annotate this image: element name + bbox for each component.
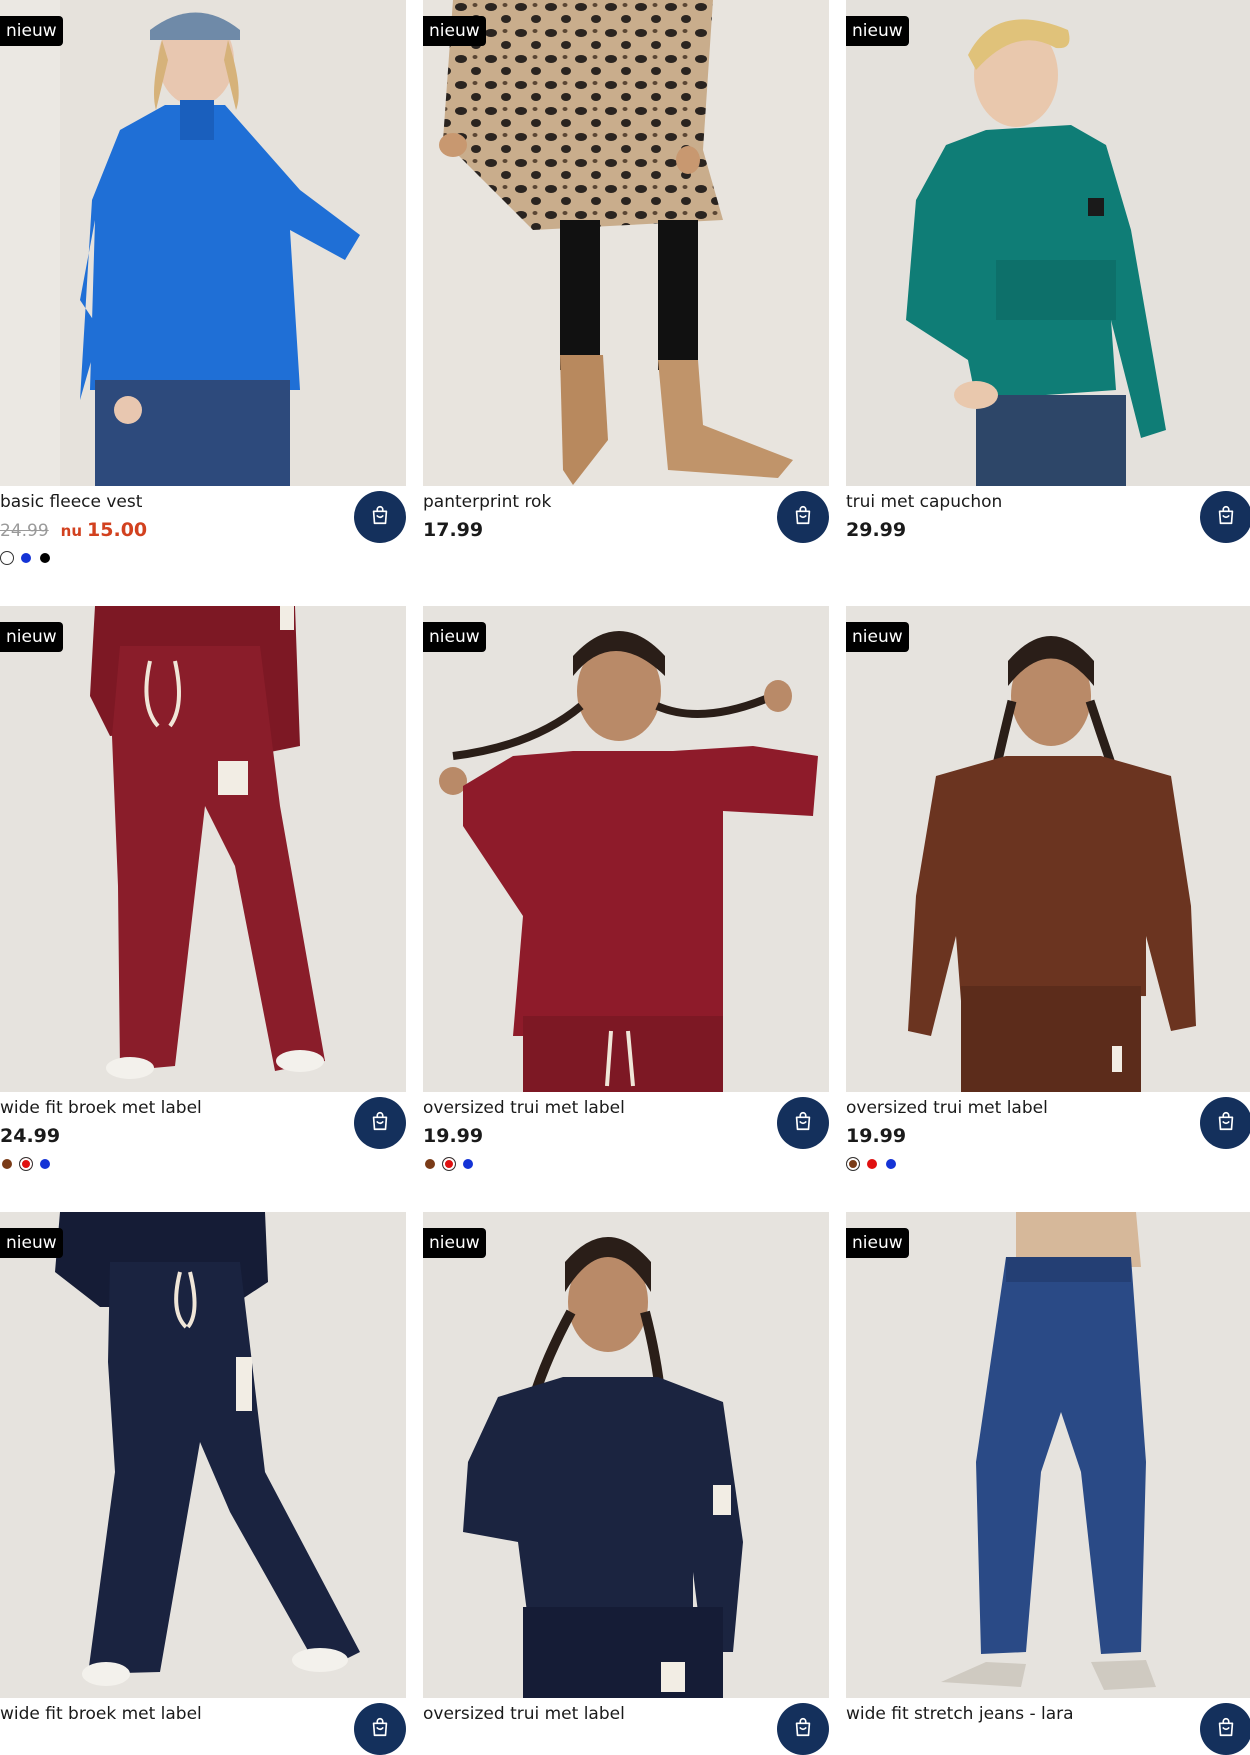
- product-name[interactable]: oversized trui met label: [846, 1097, 1048, 1119]
- add-to-cart-button[interactable]: [777, 1097, 829, 1149]
- swatch-red[interactable]: [867, 1159, 877, 1169]
- add-to-cart-button[interactable]: [354, 1703, 406, 1755]
- add-to-cart-button[interactable]: [1200, 1097, 1250, 1149]
- add-to-cart-button[interactable]: [354, 491, 406, 543]
- product-image[interactable]: nieuw: [0, 606, 406, 1092]
- new-badge: nieuw: [846, 622, 909, 652]
- shopping-bag-icon: [792, 504, 814, 530]
- color-swatches: [0, 550, 57, 566]
- swatch-white[interactable]: [0, 551, 14, 565]
- product-name[interactable]: basic fleece vest: [0, 491, 142, 513]
- product-grid: nieuw basic fleece vest 24.99 nu 15.00 n…: [0, 0, 1250, 1755]
- product-price: 19.99: [423, 1125, 484, 1147]
- product-image[interactable]: nieuw: [846, 606, 1250, 1092]
- add-to-cart-button[interactable]: [777, 1703, 829, 1755]
- swatch-brown[interactable]: [2, 1159, 12, 1169]
- shopping-bag-icon: [369, 1110, 391, 1136]
- sale-price: 15.00: [87, 519, 148, 541]
- swatch-red[interactable]: [442, 1157, 456, 1171]
- add-to-cart-button[interactable]: [1200, 491, 1250, 543]
- product-price: 17.99: [423, 519, 484, 541]
- shopping-bag-icon: [792, 1716, 814, 1742]
- product-price: 19.99: [846, 1125, 907, 1147]
- product-image[interactable]: nieuw: [846, 0, 1250, 486]
- product-name[interactable]: wide fit broek met label: [0, 1097, 202, 1119]
- swatch-brown[interactable]: [846, 1157, 860, 1171]
- shopping-bag-icon: [792, 1110, 814, 1136]
- swatch-blue[interactable]: [886, 1159, 896, 1169]
- product-name[interactable]: panterprint rok: [423, 491, 551, 513]
- product-image[interactable]: nieuw: [0, 1212, 406, 1698]
- new-badge: nieuw: [0, 622, 63, 652]
- shopping-bag-icon: [369, 1716, 391, 1742]
- add-to-cart-button[interactable]: [777, 491, 829, 543]
- new-badge: nieuw: [423, 622, 486, 652]
- new-badge: nieuw: [423, 16, 486, 46]
- color-swatches: [423, 1156, 480, 1172]
- product-image[interactable]: nieuw: [0, 0, 406, 486]
- product-image[interactable]: nieuw: [423, 1212, 829, 1698]
- shopping-bag-icon: [1215, 504, 1237, 530]
- new-badge: nieuw: [0, 1228, 63, 1258]
- product-name[interactable]: wide fit stretch jeans - lara: [846, 1703, 1074, 1725]
- new-badge: nieuw: [0, 16, 63, 46]
- swatch-blue[interactable]: [463, 1159, 473, 1169]
- add-to-cart-button[interactable]: [1200, 1703, 1250, 1755]
- add-to-cart-button[interactable]: [354, 1097, 406, 1149]
- swatch-red[interactable]: [19, 1157, 33, 1171]
- swatch-blue[interactable]: [21, 553, 31, 563]
- product-name[interactable]: wide fit broek met label: [0, 1703, 202, 1725]
- product-name[interactable]: oversized trui met label: [423, 1703, 625, 1725]
- product-image[interactable]: nieuw: [423, 0, 829, 486]
- swatch-blue[interactable]: [40, 1159, 50, 1169]
- product-image[interactable]: nieuw: [423, 606, 829, 1092]
- product-name[interactable]: trui met capuchon: [846, 491, 1002, 513]
- new-badge: nieuw: [846, 16, 909, 46]
- old-price: 24.99: [0, 521, 49, 541]
- shopping-bag-icon: [1215, 1716, 1237, 1742]
- new-badge: nieuw: [423, 1228, 486, 1258]
- sale-prefix: nu: [60, 522, 83, 540]
- new-badge: nieuw: [846, 1228, 909, 1258]
- product-name[interactable]: oversized trui met label: [423, 1097, 625, 1119]
- swatch-brown[interactable]: [425, 1159, 435, 1169]
- product-price: 24.99 nu 15.00: [0, 518, 147, 543]
- shopping-bag-icon: [369, 504, 391, 530]
- color-swatches: [846, 1156, 903, 1172]
- shopping-bag-icon: [1215, 1110, 1237, 1136]
- color-swatches: [0, 1156, 57, 1172]
- swatch-black[interactable]: [40, 553, 50, 563]
- product-image[interactable]: nieuw: [846, 1212, 1250, 1698]
- product-price: 29.99: [846, 519, 907, 541]
- product-price: 24.99: [0, 1125, 61, 1147]
